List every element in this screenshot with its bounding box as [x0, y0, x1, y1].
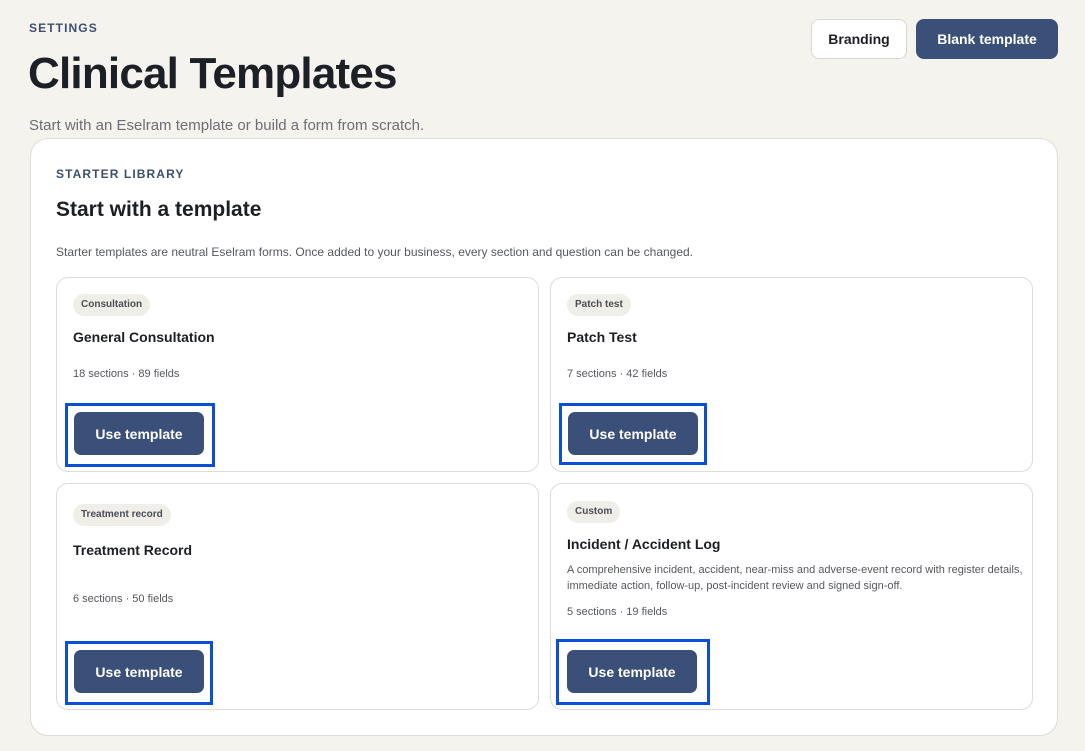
- template-card-patch-test: Patch test Patch Test 7 sections · 42 fi…: [550, 277, 1033, 472]
- starter-library-panel: STARTER LIBRARY Start with a template St…: [30, 138, 1058, 736]
- template-title: General Consultation: [73, 329, 215, 345]
- template-card-treatment-record: Treatment record Treatment Record 6 sect…: [56, 483, 539, 710]
- use-template-button[interactable]: Use template: [568, 412, 698, 455]
- library-title: Start with a template: [56, 198, 262, 221]
- template-meta: 7 sections · 42 fields: [567, 368, 668, 380]
- library-description: Starter templates are neutral Eselram fo…: [56, 245, 694, 259]
- template-meta: 6 sections · 50 fields: [73, 593, 174, 605]
- use-template-highlight: Use template: [559, 403, 707, 465]
- template-category-badge: Patch test: [567, 294, 631, 316]
- template-category-badge: Consultation: [73, 294, 151, 316]
- blank-template-button[interactable]: Blank template: [916, 19, 1058, 59]
- page-subtitle: Start with an Eselram template or build …: [29, 117, 425, 134]
- use-template-button[interactable]: Use template: [567, 650, 697, 693]
- template-card-general-consultation: Consultation General Consultation 18 sec…: [56, 277, 539, 472]
- template-title: Treatment Record: [73, 542, 193, 558]
- branding-button[interactable]: Branding: [811, 19, 907, 59]
- library-eyebrow: STARTER LIBRARY: [56, 167, 185, 181]
- use-template-highlight: Use template: [556, 639, 710, 705]
- use-template-highlight: Use template: [65, 641, 213, 705]
- template-category-badge: Custom: [567, 501, 621, 523]
- use-template-button[interactable]: Use template: [74, 650, 204, 693]
- template-card-incident-accident-log: Custom Incident / Accident Log A compreh…: [550, 483, 1033, 710]
- template-meta: 18 sections · 89 fields: [73, 368, 180, 380]
- page-title: Clinical Templates: [28, 49, 398, 98]
- template-title: Patch Test: [567, 329, 637, 345]
- template-description: A comprehensive incident, accident, near…: [567, 564, 1023, 592]
- template-meta: 5 sections · 19 fields: [567, 606, 668, 618]
- use-template-button[interactable]: Use template: [74, 412, 204, 455]
- page-eyebrow: SETTINGS: [29, 21, 98, 35]
- use-template-highlight: Use template: [65, 403, 215, 467]
- template-category-badge: Treatment record: [73, 504, 171, 526]
- template-title: Incident / Accident Log: [567, 536, 721, 552]
